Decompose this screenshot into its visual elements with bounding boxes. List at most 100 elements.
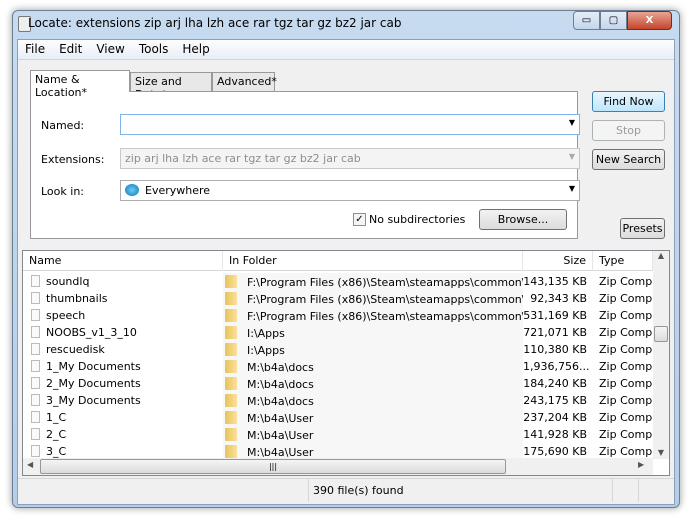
row-type: Zip Compre [599,394,653,407]
menu-bar: File Edit View Tools Help [18,40,674,60]
menu-help[interactable]: Help [175,40,216,59]
tab-advanced[interactable]: Advanced* [212,72,277,91]
row-name: rescuedisk [46,343,105,356]
vertical-scrollbar[interactable]: ▲ ▼ [653,251,669,459]
row-name: 3_My Documents [46,394,141,407]
new-search-button[interactable]: New Search [592,149,665,170]
named-label: Named: [41,119,85,132]
table-row[interactable]: 2_My Documents M:\b4a\docs 184,240 KB Zi… [23,375,653,392]
row-size: 243,175 KB [523,394,587,407]
row-folder: M:\b4a\User [247,429,314,442]
table-row[interactable]: thumbnails F:\Program Files (x86)\Steam\… [23,290,653,307]
table-row[interactable]: NOOBS_v1_3_10 I:\Apps 721,071 KB Zip Com… [23,324,653,341]
horizontal-scrollbar[interactable]: ◀ ||| ▶ [23,458,653,475]
row-type: Zip Compre [599,275,653,288]
browse-button[interactable]: Browse... [479,209,567,230]
client-area: File Edit View Tools Help Name & Locatio… [17,39,675,505]
scroll-left-icon[interactable]: ◀ [27,460,33,469]
maximize-button[interactable]: ▢ [600,11,627,30]
row-name: NOOBS_v1_3_10 [46,326,137,339]
row-folder: M:\b4a\docs [247,361,314,374]
row-name: 2_My Documents [46,377,141,390]
table-row[interactable]: soundlq F:\Program Files (x86)\Steam\ste… [23,273,653,290]
folder-icon [225,343,237,356]
row-type: Zip Compre [599,292,653,305]
row-type: Zip Compre [599,309,653,322]
row-type: Zip Compre [599,411,653,424]
named-input[interactable]: ▼ [120,114,580,135]
table-row[interactable]: 2_C M:\b4a\User 141,928 KB Zip Compre [23,426,653,443]
menu-edit[interactable]: Edit [52,40,89,59]
file-icon [31,394,40,406]
file-icon [31,309,40,321]
folder-icon [225,360,237,373]
tab-name-location[interactable]: Name & Location* [30,70,130,99]
horizontal-scroll-thumb[interactable]: ||| [40,459,506,474]
folder-icon [225,394,237,407]
table-row[interactable]: 1_C M:\b4a\User 237,204 KB Zip Compre [23,409,653,426]
dropdown-arrow-icon[interactable]: ▼ [569,118,575,127]
scroll-up-icon[interactable]: ▲ [653,251,669,260]
vertical-scroll-thumb[interactable] [654,326,668,342]
folder-icon [225,292,237,305]
find-now-button[interactable]: Find Now [592,91,665,112]
column-type[interactable]: Type [593,251,653,271]
menu-view[interactable]: View [89,40,131,59]
column-in-folder[interactable]: In Folder [223,251,523,271]
table-row[interactable]: 1_My Documents M:\b4a\docs 1,936,756... … [23,358,653,375]
row-size: 1,936,756... [523,360,590,373]
file-icon [31,377,40,389]
file-icon [31,428,40,440]
row-folder: I:\Apps [247,344,285,357]
row-type: Zip Compre [599,360,653,373]
scroll-right-icon[interactable]: ▶ [638,460,644,469]
tab-panel: Named: ▼ Extensions: zip arj lha lzh ace… [30,91,580,239]
row-name: 2_C [46,428,67,441]
row-size: 141,928 KB [523,428,587,441]
row-folder: F:\Program Files (x86)\Steam\steamapps\c… [247,276,523,289]
column-name[interactable]: Name [23,251,223,271]
row-folder: M:\b4a\User [247,412,314,425]
menu-file[interactable]: File [18,40,52,59]
row-type: Zip Compre [599,326,653,339]
results-list: Name In Folder Size Type soundlq F:\Prog… [22,250,670,476]
extensions-value: zip arj lha lzh ace rar tgz tar gz bz2 j… [125,152,361,165]
folder-icon [225,309,237,322]
no-subdirectories-checkbox[interactable]: ✓ [353,213,366,226]
row-type: Zip Compre [599,343,653,356]
tab-size-date[interactable]: Size and Date* [130,72,212,101]
table-row[interactable]: 3_My Documents M:\b4a\docs 243,175 KB Zi… [23,392,653,409]
row-size: 143,135 KB [523,275,587,288]
row-folder: M:\b4a\docs [247,378,314,391]
row-type: Zip Compre [599,377,653,390]
presets-button[interactable]: Presets [620,218,665,239]
file-icon [31,343,40,355]
folder-icon [225,411,237,424]
row-size: 531,169 KB [523,309,587,322]
table-row[interactable]: rescuedisk I:\Apps 110,380 KB Zip Compre [23,341,653,358]
table-row[interactable]: speech F:\Program Files (x86)\Steam\stea… [23,307,653,324]
extensions-input[interactable]: zip arj lha lzh ace rar tgz tar gz bz2 j… [120,148,580,169]
file-icon [31,360,40,372]
minimize-button[interactable]: ▭ [573,11,600,30]
folder-icon [225,445,237,458]
no-subdirectories-label: No subdirectories [369,213,466,226]
menu-tools[interactable]: Tools [132,40,176,59]
row-name: 1_C [46,411,67,424]
folder-icon [225,326,237,339]
look-in-select[interactable]: Everywhere ▼ [120,180,580,201]
file-icon [31,292,40,304]
window-title: Locate: extensions zip arj lha lzh ace r… [28,16,402,30]
file-icon [31,326,40,338]
globe-icon [125,184,139,196]
dropdown-arrow-icon[interactable]: ▼ [569,152,575,161]
row-folder: F:\Program Files (x86)\Steam\steamapps\c… [247,310,523,323]
close-button[interactable]: X [627,11,672,30]
row-size: 721,071 KB [523,326,587,339]
stop-button[interactable]: Stop [592,120,665,141]
row-folder: I:\Apps [247,327,285,340]
scroll-down-icon[interactable]: ▼ [653,448,669,457]
file-icon [31,275,40,287]
dropdown-arrow-icon[interactable]: ▼ [569,184,575,193]
column-size[interactable]: Size [523,251,593,271]
